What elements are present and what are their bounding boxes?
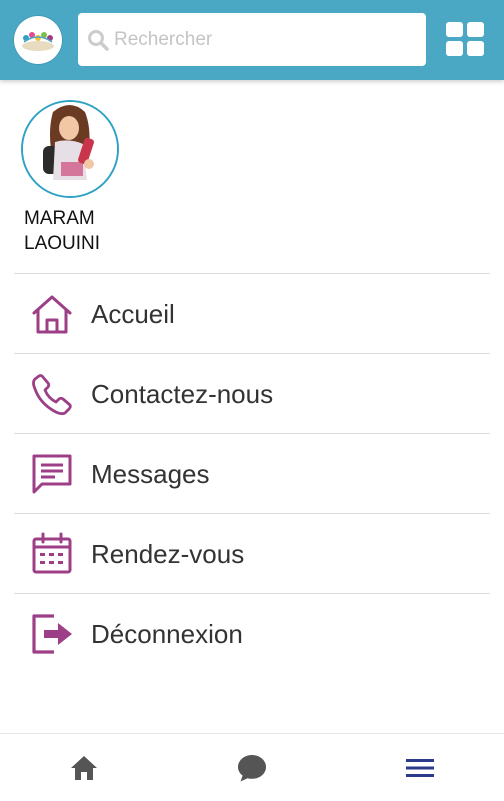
app-logo-icon[interactable]: [14, 16, 62, 64]
menu-item-label: Déconnexion: [91, 619, 243, 649]
phone-icon: [32, 374, 72, 416]
nav-home-button[interactable]: [68, 752, 100, 784]
message-icon: [32, 454, 72, 494]
apps-grid-button[interactable]: [446, 22, 486, 58]
chat-icon: [238, 755, 266, 782]
menu-item-label: Accueil: [91, 299, 175, 329]
menu-item-label: Messages: [91, 459, 210, 489]
grid-icon: [446, 22, 484, 56]
search-icon: [88, 30, 109, 51]
menu-item-messages[interactable]: Messages: [14, 433, 490, 513]
nav-chat-button[interactable]: [236, 752, 268, 784]
search-bar[interactable]: [78, 13, 426, 66]
user-first-name: MARAM: [24, 208, 95, 229]
menu-item-deconnexion[interactable]: Déconnexion: [14, 593, 490, 673]
menu-item-rendez-vous[interactable]: Rendez-vous: [14, 513, 490, 593]
calendar-icon: [32, 532, 72, 574]
user-last-name: LAOUINI: [24, 233, 101, 254]
home-icon: [32, 295, 72, 334]
menu-item-accueil[interactable]: Accueil: [14, 273, 490, 353]
user-avatar[interactable]: [21, 100, 119, 198]
drawer-menu: Accueil Contactez-nous Messages Rendez-v…: [14, 273, 490, 673]
menu-item-label: Contactez-nous: [91, 379, 274, 409]
nav-menu-button[interactable]: [404, 752, 436, 784]
top-app-bar: [0, 0, 504, 80]
menu-item-contactez-nous[interactable]: Contactez-nous: [14, 353, 490, 433]
search-input[interactable]: [114, 13, 414, 66]
user-name: MARAM LAOUINI: [24, 206, 144, 256]
logout-icon: [32, 614, 72, 654]
menu-item-label: Rendez-vous: [91, 539, 245, 569]
menu-icon: [406, 759, 434, 777]
home-icon: [71, 756, 97, 780]
bottom-navigation: [0, 733, 504, 801]
